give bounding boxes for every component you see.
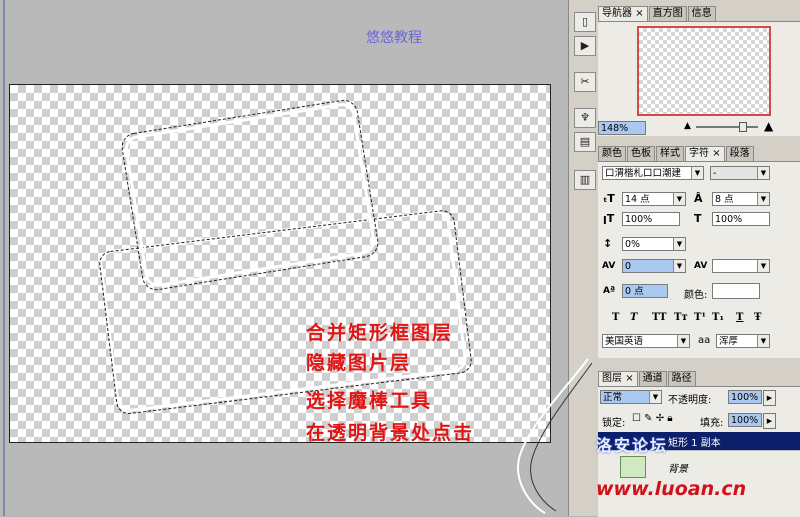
chevron-down-icon: ▼ [691, 167, 703, 179]
tracking-icon: ↕ [603, 237, 613, 250]
chevron-down-icon: ▼ [757, 335, 769, 347]
chevron-down-icon: ▼ [757, 260, 769, 272]
strikethrough-button[interactable]: Ŧ [754, 312, 761, 323]
tab-paragraph[interactable]: 段落 [725, 146, 754, 161]
instruction-line-1: 合并矩形框图层 [306, 322, 454, 344]
baseline-shift-field[interactable]: 0 点 [622, 284, 668, 298]
chevron-down-icon: ▼ [673, 238, 685, 250]
actions-icon[interactable]: ▶ [574, 36, 596, 56]
tab-styles[interactable]: 样式 [656, 146, 684, 161]
instruction-line-3: 选择魔棒工具 [306, 390, 433, 412]
layer-name: 矩形 1 副本 [668, 438, 721, 449]
tab-histogram[interactable]: 直方图 [648, 6, 687, 21]
small-caps-button[interactable]: Tт [674, 312, 688, 323]
chevron-down-icon: ▼ [757, 167, 769, 179]
faux-bold-button[interactable]: T [612, 312, 619, 323]
fill-field[interactable]: 100% [728, 413, 762, 427]
faux-italic-button[interactable]: T [630, 312, 637, 323]
chevron-down-icon: ▼ [757, 193, 769, 205]
zoom-field[interactable]: 148% [598, 121, 646, 135]
feather-decoration [517, 358, 593, 514]
language-select[interactable]: 美国英语 ▼ [602, 334, 690, 348]
tab-swatches[interactable]: 色板 [627, 146, 655, 161]
zoom-out-icon[interactable]: ▲ [684, 121, 691, 131]
close-icon[interactable]: × [625, 373, 633, 384]
underline-button[interactable]: T [736, 312, 743, 323]
tracking-field[interactable]: ▼ [712, 259, 770, 273]
antialias-label: aa [698, 335, 711, 346]
kerning-field[interactable]: 0 ▼ [622, 259, 686, 273]
antialias-select[interactable]: 浑厚 ▼ [716, 334, 770, 348]
tab-paths[interactable]: 路径 [667, 371, 696, 386]
all-caps-button[interactable]: TT [652, 312, 667, 323]
layer-thumbnail [620, 456, 646, 478]
vertical-scale-field[interactable]: 100% [622, 212, 680, 226]
clone-source-icon[interactable]: ♆ [574, 108, 596, 128]
font-style-select[interactable]: - ▼ [710, 166, 770, 180]
selection-overlay [99, 99, 472, 415]
tab-character[interactable]: 字符 × [685, 146, 725, 161]
brush-preset-icon[interactable]: ▤ [574, 132, 596, 152]
tools-icon[interactable]: ✂ [574, 72, 596, 92]
rectangle-frame-upper [121, 99, 379, 291]
tab-color[interactable]: 颜色 [598, 146, 626, 161]
leading-field[interactable]: 8 点 ▼ [712, 192, 770, 206]
baseline-shift-icon: Aª [603, 286, 616, 296]
tab-channels[interactable]: 通道 [638, 371, 667, 386]
instruction-line-2: 隐藏图片层 [306, 352, 412, 374]
opacity-label: 不透明度: [668, 395, 712, 406]
opacity-field[interactable]: 100% [728, 390, 762, 404]
tutorial-watermark: 悠悠教程 [366, 30, 422, 46]
zoom-slider[interactable] [696, 126, 758, 128]
navigator-tabs: 导航器 × 直方图 信息 [598, 6, 717, 22]
chevron-right-icon[interactable]: ▶ [763, 390, 776, 406]
horizontal-scale-field[interactable]: 100% [712, 212, 770, 226]
zoom-in-icon[interactable]: ▲ [764, 119, 773, 133]
tab-info[interactable]: 信息 [687, 6, 716, 21]
notes-icon[interactable]: ▥ [574, 170, 596, 190]
layer-name-background: 背景 [668, 464, 688, 475]
chevron-down-icon: ▼ [673, 260, 685, 272]
kerning-icon: AV [602, 261, 616, 271]
layers-tabs: 图层 × 通道 路径 [598, 371, 697, 387]
superscript-button[interactable]: T¹ [694, 312, 706, 323]
tracking-percent-field[interactable]: 0% ▼ [622, 237, 686, 251]
site-watermark: www.luoan.cn [596, 478, 747, 500]
chevron-right-icon[interactable]: ▶ [763, 413, 776, 429]
history-icon[interactable]: ▯ [574, 12, 596, 32]
rectangle-frame-lower [99, 210, 472, 415]
horizontal-scale-icon: T [694, 212, 702, 225]
leading-icon: Â [694, 192, 703, 205]
vertical-scale-icon: ꞁT [603, 212, 615, 225]
close-icon[interactable]: × [712, 148, 720, 159]
chevron-down-icon: ▼ [673, 193, 685, 205]
tracking-av-icon: AV [694, 261, 708, 271]
font-size-field[interactable]: 14 点 ▼ [622, 192, 686, 206]
character-tabs: 颜色 色板 样式 字符 × 段落 [598, 146, 755, 162]
subscript-button[interactable]: T₁ [712, 312, 724, 323]
text-color-swatch[interactable] [712, 283, 760, 299]
close-icon[interactable]: × [635, 8, 643, 19]
ruler-edge [3, 0, 5, 516]
transparent-canvas[interactable] [9, 84, 551, 443]
chevron-down-icon: ▼ [649, 391, 661, 403]
chevron-down-icon: ▼ [677, 335, 689, 347]
font-family-select[interactable]: 口渭楷札口口潮建 ▼ [602, 166, 704, 180]
font-size-icon: ₜT [603, 192, 615, 205]
navigator-thumbnail[interactable] [637, 26, 771, 116]
document-workspace: 悠悠教程 合并矩形框图层 隐藏图片层 选择魔棒工具 在透明背景处点击 [0, 0, 568, 516]
lock-icons[interactable]: ☐ ✎ ✢ 🔒︎ [632, 413, 673, 424]
tab-navigator[interactable]: 导航器 × [598, 6, 648, 21]
color-label: 颜色: [684, 290, 708, 301]
fill-label: 填充: [700, 418, 724, 429]
instruction-line-4: 在透明背景处点击 [306, 422, 475, 444]
zoom-slider-handle[interactable] [739, 122, 747, 132]
